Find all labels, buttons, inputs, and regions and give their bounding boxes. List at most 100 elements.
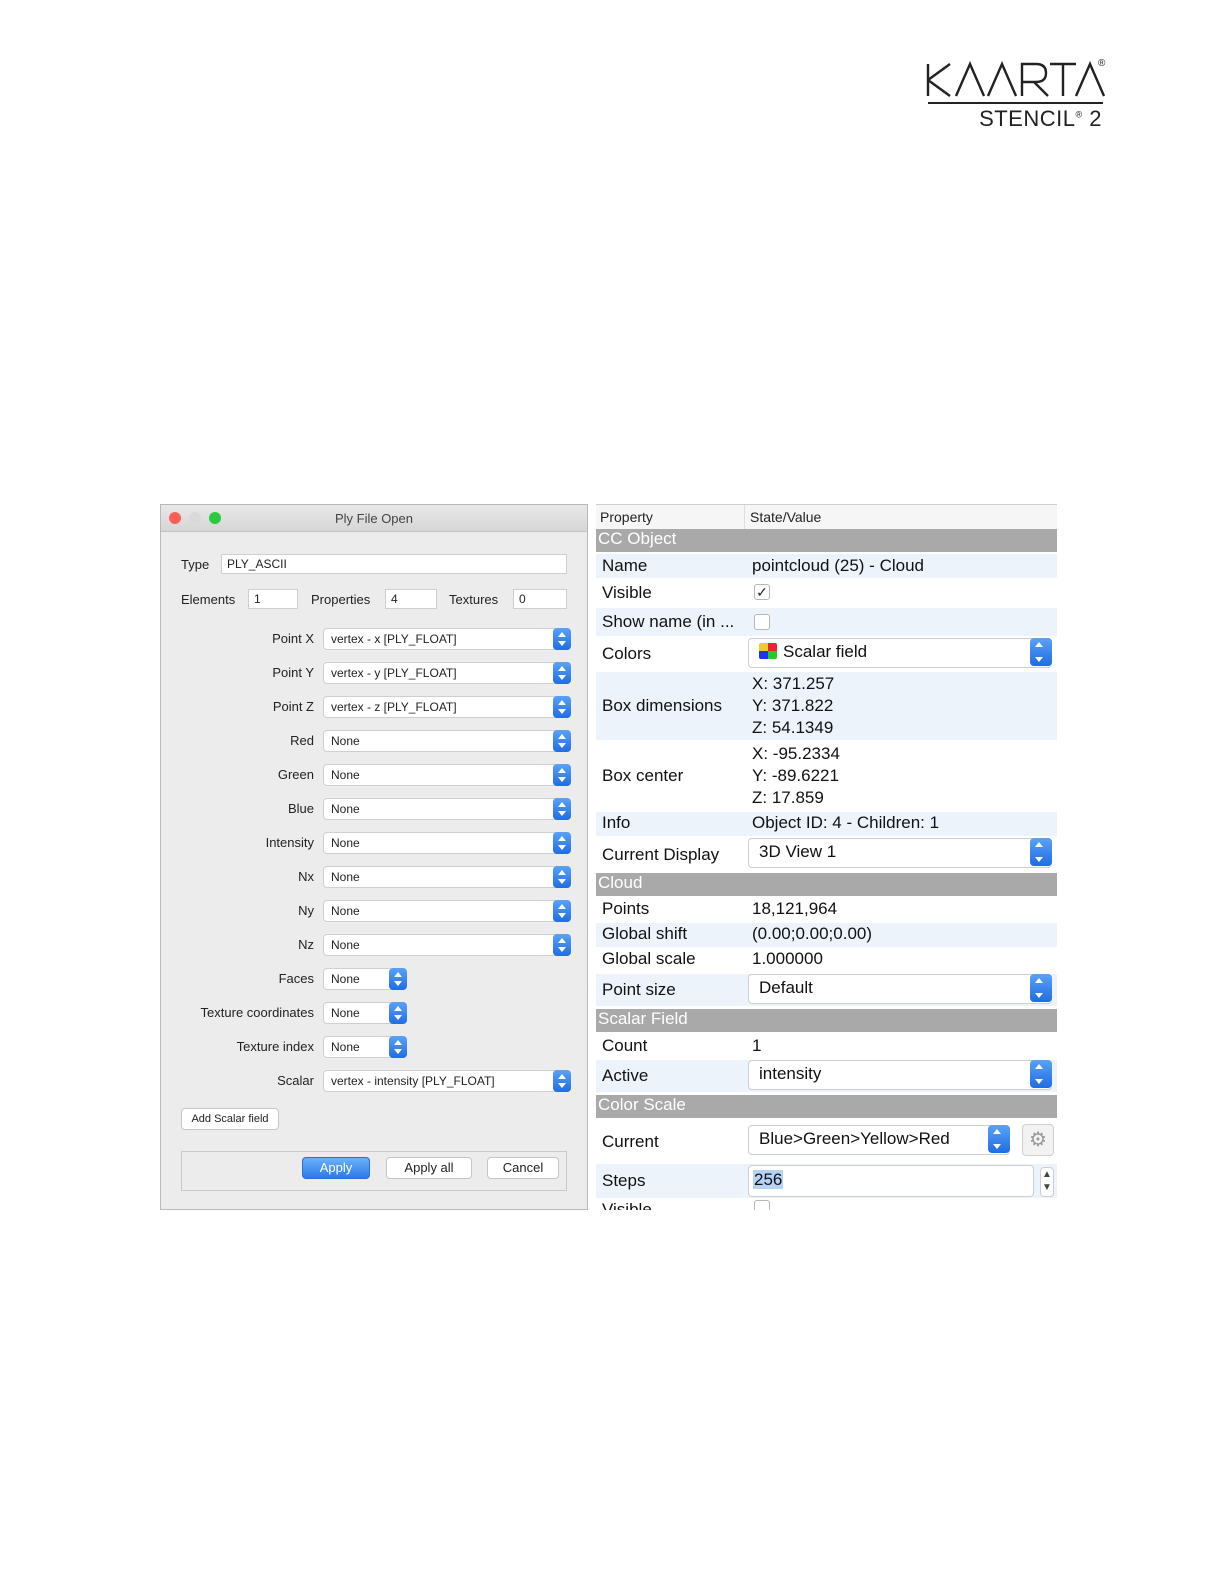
ny-label: Ny (298, 903, 314, 918)
count-value: 1 (752, 1036, 762, 1055)
apply-all-button[interactable]: Apply all (386, 1157, 472, 1179)
point-x-label: Point X (272, 631, 314, 646)
current-display-select[interactable]: 3D View 1 (748, 838, 1052, 868)
color-scale-select[interactable]: Blue>Green>Yellow>Red (748, 1125, 1010, 1155)
nx-select[interactable]: None (323, 866, 571, 888)
nx-label: Nx (298, 869, 314, 884)
chevron-updown-icon (553, 730, 571, 752)
chevron-updown-icon (988, 1125, 1010, 1153)
intensity-select[interactable]: None (323, 832, 571, 854)
column-state-value[interactable]: State/Value (750, 509, 821, 525)
ny-select[interactable]: None (323, 900, 571, 922)
steps-input[interactable]: 256 (748, 1165, 1034, 1197)
nz-select[interactable]: None (323, 934, 571, 956)
gear-icon[interactable]: ⚙ (1022, 1124, 1054, 1156)
scalar-select[interactable]: vertex - intensity [PLY_FLOAT] (323, 1070, 571, 1092)
visible-2-key: Visible (602, 1200, 652, 1210)
chevron-updown-icon (1030, 638, 1052, 666)
chevron-updown-icon (553, 662, 571, 684)
intensity-label: Intensity (265, 835, 314, 850)
row-steps: Steps 256 ▲ ▼ (596, 1164, 1057, 1198)
chevron-updown-icon (553, 832, 571, 854)
point-x-select[interactable]: vertex - x [PLY_FLOAT] (323, 628, 571, 650)
row-show-name: Show name (in ... (596, 608, 1057, 636)
chevron-updown-icon (553, 764, 571, 786)
global-shift-value: (0.00;0.00;0.00) (752, 924, 873, 943)
global-shift-key: Global shift (602, 924, 688, 943)
visible-2-checkbox[interactable] (754, 1200, 770, 1210)
chevron-updown-icon (1030, 1060, 1052, 1088)
point-z-select[interactable]: vertex - z [PLY_FLOAT] (323, 696, 571, 718)
green-select[interactable]: None (323, 764, 571, 786)
faces-select[interactable]: None (323, 968, 407, 990)
visible-key: Visible (602, 583, 652, 602)
section-color-scale[interactable]: Color Scale (596, 1095, 1057, 1118)
show-name-checkbox[interactable] (754, 614, 770, 630)
box-dim-z: Z: 54.1349 (752, 718, 834, 737)
section-scalar-field[interactable]: Scalar Field (596, 1009, 1057, 1032)
row-count: Count 1 (596, 1034, 1057, 1058)
section-cloud[interactable]: Cloud (596, 873, 1057, 896)
colors-key: Colors (602, 644, 652, 663)
dialog-titlebar: Ply File Open (161, 505, 587, 532)
dialog-title: Ply File Open (334, 511, 414, 526)
row-current: Current Blue>Green>Yellow>Red ⚙ (596, 1122, 1057, 1160)
kaarta-wordmark (926, 61, 1106, 97)
nz-label: Nz (298, 937, 314, 952)
point-y-select[interactable]: vertex - y [PLY_FLOAT] (323, 662, 571, 684)
row-name: Name pointcloud (25) - Cloud (596, 554, 1057, 578)
blue-select[interactable]: None (323, 798, 571, 820)
row-visible-2: Visible (596, 1200, 1057, 1210)
type-field[interactable]: PLY_ASCII (221, 554, 567, 574)
colors-select[interactable]: Scalar field (748, 638, 1052, 668)
chevron-updown-icon (389, 1036, 407, 1058)
elements-label: Elements (181, 592, 236, 607)
scalar-field-icon (759, 643, 777, 659)
box-center-x: X: -95.2334 (752, 744, 840, 763)
point-size-select[interactable]: Default (748, 974, 1052, 1004)
global-scale-key: Global scale (602, 949, 696, 968)
chevron-updown-icon (553, 798, 571, 820)
texture-index-select[interactable]: None (323, 1036, 407, 1058)
properties-panel: Property State/Value CC Object Name poin… (596, 504, 1057, 1210)
row-global-shift: Global shift (0.00;0.00;0.00) (596, 923, 1057, 947)
cancel-button[interactable]: Cancel (487, 1157, 559, 1179)
row-global-scale: Global scale 1.000000 (596, 948, 1057, 972)
red-select[interactable]: None (323, 730, 571, 752)
global-scale-value: 1.000000 (752, 949, 823, 968)
texture-coordinates-label: Texture coordinates (200, 1005, 314, 1020)
active-select[interactable]: intensity (748, 1060, 1052, 1090)
count-key: Count (602, 1036, 648, 1055)
red-label: Red (290, 733, 314, 748)
row-current-display: Current Display 3D View 1 (596, 838, 1057, 870)
column-property[interactable]: Property (600, 509, 653, 525)
name-value[interactable]: pointcloud (25) - Cloud (752, 556, 924, 576)
point-y-label: Point Y (272, 665, 314, 680)
properties-field[interactable]: 4 (385, 589, 437, 609)
row-info: Info Object ID: 4 - Children: 1 (596, 812, 1057, 836)
section-cc-object[interactable]: CC Object (596, 529, 1057, 552)
point-size-key: Point size (602, 980, 676, 999)
texture-coordinates-select[interactable]: None (323, 1002, 407, 1024)
box-dimensions-key: Box dimensions (602, 696, 723, 715)
box-dim-x: X: 371.257 (752, 674, 835, 693)
apply-button[interactable]: Apply (302, 1157, 370, 1179)
scalar-label: Scalar (277, 1073, 314, 1088)
row-colors: Colors Scalar field (596, 638, 1057, 670)
visible-checkbox[interactable]: ✓ (754, 584, 770, 600)
points-key: Points (602, 899, 650, 918)
steps-spinner[interactable]: ▲ ▼ (1040, 1167, 1054, 1197)
info-value: Object ID: 4 - Children: 1 (752, 813, 940, 832)
box-center-z: Z: 17.859 (752, 788, 824, 807)
row-active: Active intensity (596, 1060, 1057, 1092)
row-points: Points 18,121,964 (596, 898, 1057, 922)
elements-field[interactable]: 1 (248, 589, 298, 609)
add-scalar-field-button[interactable]: Add Scalar field (181, 1108, 279, 1130)
steps-key: Steps (602, 1171, 646, 1190)
row-visible: Visible ✓ (596, 580, 1057, 606)
box-center-key: Box center (602, 766, 684, 785)
box-dim-y: Y: 371.822 (752, 696, 834, 715)
current-key: Current (602, 1132, 659, 1151)
textures-field[interactable]: 0 (513, 589, 567, 609)
faces-label: Faces (278, 971, 314, 986)
